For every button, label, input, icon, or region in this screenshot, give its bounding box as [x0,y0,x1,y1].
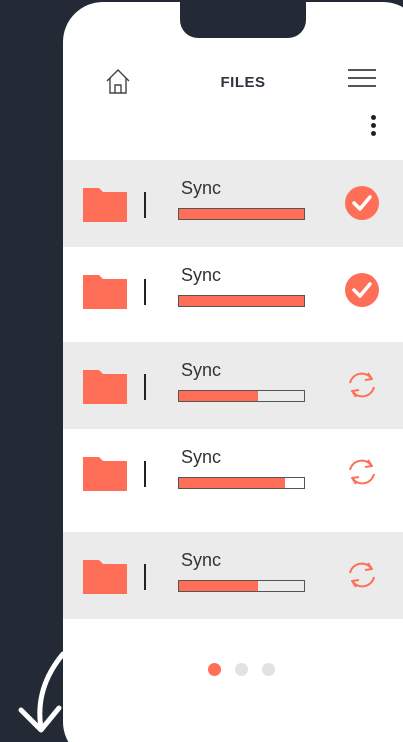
file-label: Sync [181,550,222,570]
file-row[interactable]: Sync [63,247,403,342]
folder-icon [83,560,127,594]
file-label: Sync [181,265,222,285]
sync-icon[interactable] [344,454,380,490]
sync-progress-bar [178,390,305,402]
phone-screen: FILES Sync Sync Sync Sync Sync [63,2,403,742]
more-dot [371,123,376,128]
sync-progress-bar [178,295,305,307]
pagination-dot[interactable] [262,663,275,676]
phone-notch [180,2,306,38]
folder-icon [83,275,127,309]
sync-progress-fill [179,478,286,488]
folder-icon [83,457,127,491]
sync-progress-fill [179,391,258,401]
row-divider [144,279,146,305]
sync-progress-fill [179,209,304,219]
sync-progress-bar [178,477,305,489]
row-divider [144,461,146,487]
file-row[interactable]: Sync [63,429,403,532]
menu-line [348,85,376,87]
sync-icon[interactable] [344,367,380,403]
sync-progress-bar [178,208,305,220]
more-dot [371,115,376,120]
pagination-dot[interactable] [208,663,221,676]
home-icon [106,69,130,94]
menu-line [348,69,376,71]
sync-progress-fill [179,296,304,306]
file-row[interactable]: Sync [63,532,403,619]
more-options-button[interactable] [368,113,380,139]
file-row[interactable]: Sync [63,342,403,429]
page-title: FILES [220,74,266,91]
check-circle-icon [345,273,379,307]
folder-icon [83,188,127,222]
file-label: Sync [181,178,222,198]
file-label: Sync [181,447,222,467]
menu-line [348,77,376,79]
folder-icon [83,370,127,404]
row-divider [144,374,146,400]
file-list: Sync Sync Sync Sync Sync [63,160,403,619]
home-button[interactable] [103,66,133,96]
sync-progress-fill [179,581,258,591]
file-row[interactable]: Sync [63,160,403,247]
row-divider [144,564,146,590]
row-divider [144,192,146,218]
sync-icon[interactable] [344,557,380,593]
menu-button[interactable] [346,65,378,91]
file-label: Sync [181,360,222,380]
check-circle-icon [345,186,379,220]
sync-progress-bar [178,580,305,592]
pagination-dots [208,663,275,676]
more-dot [371,131,376,136]
pagination-dot[interactable] [235,663,248,676]
